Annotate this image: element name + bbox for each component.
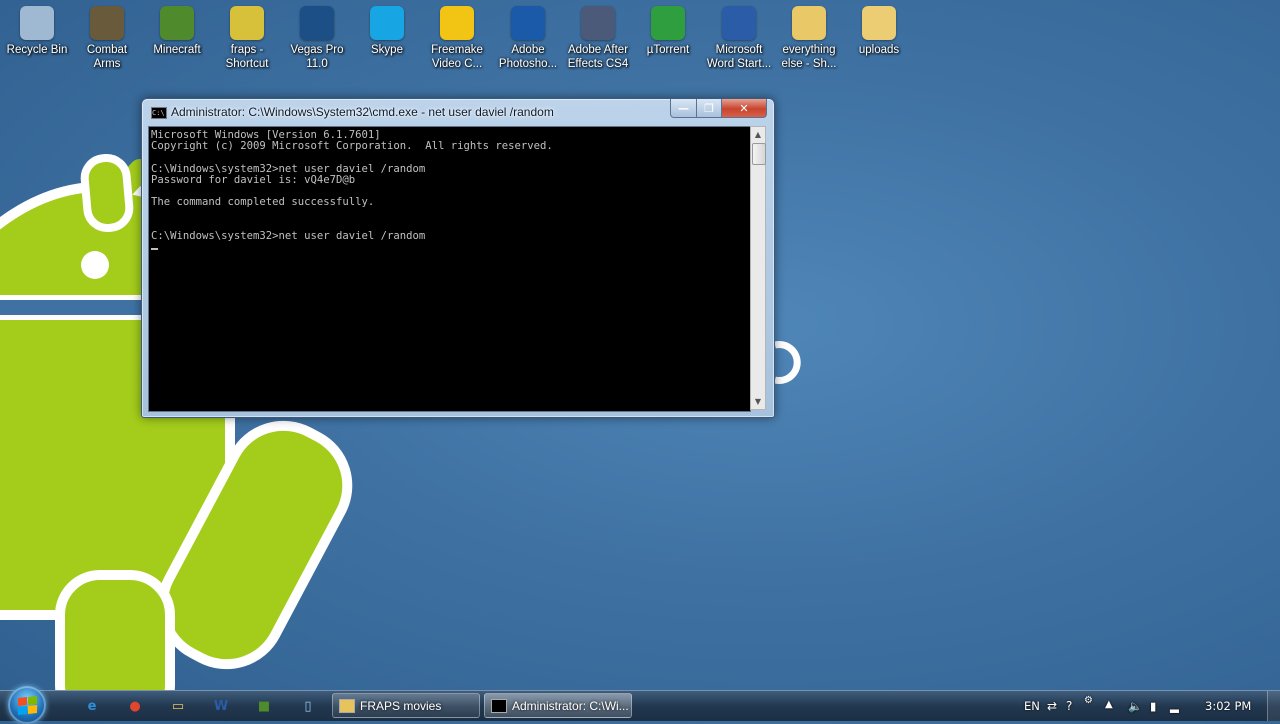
recycle-bin-icon [20, 6, 54, 40]
power-icon[interactable]: ▮ [1150, 699, 1156, 713]
fraps-icon [230, 6, 264, 40]
desktop-icon[interactable]: fraps - Shortcut [211, 4, 283, 71]
desktop-icon[interactable]: Recycle Bin [1, 4, 73, 57]
photoshop-icon [511, 6, 545, 40]
desktop-icon[interactable]: Microsoft Word Start... [703, 4, 775, 71]
desktop-icon-label: Recycle Bin [6, 44, 68, 56]
console-line: The command completed successfully. [151, 196, 375, 209]
scroll-up-arrow-icon[interactable]: ▲ [751, 127, 765, 142]
taskbar-button-label: FRAPS movies [360, 698, 442, 713]
help-icon[interactable]: ? [1066, 699, 1072, 713]
language-indicator[interactable]: EN [1024, 699, 1040, 713]
folder-icon [339, 698, 355, 713]
freemake-icon [440, 6, 474, 40]
desktop-icon-label: Combat Arms [86, 44, 128, 70]
desktop-icon-label: Minecraft [153, 44, 201, 56]
notepad-icon[interactable]: ▯ [294, 695, 322, 717]
combat-arms-icon [90, 6, 124, 40]
folder-shortcut-icon [792, 6, 826, 40]
desktop-icon-label: Skype [371, 44, 403, 56]
console-line: Copyright (c) 2009 Microsoft Corporation… [151, 140, 553, 153]
vertical-scrollbar[interactable]: ▲ ▼ [750, 126, 766, 410]
volume-icon[interactable]: 🔈 [1128, 699, 1142, 713]
explorer-folder-icon[interactable]: ▭ [164, 695, 192, 717]
cmd-icon [491, 698, 507, 713]
desktop-icon-label: µTorrent [646, 44, 690, 56]
options-icon[interactable]: ⚙ [1084, 695, 1093, 706]
utorrent-icon [651, 6, 685, 40]
minimize-button[interactable]: — [670, 99, 697, 118]
taskbar: e ● ▭ W ■ ▯ FRAPS movies Administrator: C:\Wi.… [0, 686, 1280, 724]
desktop-icon[interactable]: Adobe Photosho... [492, 4, 564, 71]
desktop-icon-label: Vegas Pro 11.0 [290, 44, 344, 70]
windows-flag-icon [17, 695, 37, 715]
desktop-icon-label: Adobe Photosho... [498, 44, 558, 70]
title-bar[interactable]: C:\ Administrator: C:\Windows\System32\c… [142, 99, 774, 125]
desktop-icon-label: everything else - Sh... [781, 44, 837, 70]
close-button[interactable]: ✕ [721, 99, 767, 118]
desktop-icon-label: Freemake Video C... [431, 44, 483, 70]
scroll-thumb[interactable] [752, 143, 766, 165]
desktop-icon[interactable]: Adobe After Effects CS4 [562, 4, 634, 71]
word-icon [722, 6, 756, 40]
maximize-button[interactable]: ❐ [696, 99, 722, 118]
text-cursor [151, 247, 158, 250]
desktop-icon[interactable]: everything else - Sh... [773, 4, 845, 71]
internet-explorer-icon[interactable]: e [78, 695, 106, 717]
desktop-icon[interactable]: Minecraft [141, 4, 213, 57]
clock[interactable]: 3:02 PM [1205, 699, 1251, 713]
chrome-icon[interactable]: ● [121, 695, 149, 717]
folder-icon [862, 6, 896, 40]
desktop-icon[interactable]: Combat Arms [71, 4, 143, 71]
vegas-pro-icon [300, 6, 334, 40]
taskbar-button-label: Administrator: C:\Wi... [512, 698, 629, 713]
desktop-icon[interactable]: µTorrent [632, 4, 704, 57]
taskbar-button[interactable]: FRAPS movies [332, 693, 480, 718]
start-button[interactable] [8, 686, 46, 724]
minecraft-icon[interactable]: ■ [250, 695, 278, 717]
after-effects-icon [581, 6, 615, 40]
cmd-app-icon[interactable]: C:\ [151, 107, 167, 119]
show-hidden-icons-icon[interactable]: ▲ [1105, 699, 1113, 710]
console-line: C:\Windows\system32>net user daviel /ran… [151, 229, 426, 242]
skype-icon [370, 6, 404, 40]
desktop-icon[interactable]: Skype [351, 4, 423, 57]
network-share-icon[interactable]: ⇄ [1047, 699, 1057, 713]
word-icon[interactable]: W [207, 695, 235, 717]
desktop-icon-label: fraps - Shortcut [225, 44, 269, 70]
window-title: Administrator: C:\Windows\System32\cmd.e… [171, 105, 554, 119]
desktop-icon-label: Adobe After Effects CS4 [567, 44, 629, 70]
minecraft-icon [160, 6, 194, 40]
desktop-icon-label: uploads [858, 44, 900, 56]
console-output[interactable]: Microsoft Windows [Version 6.1.7601] Copy… [148, 126, 751, 412]
console-line: Password for daviel is: vQ4e7D@b [151, 173, 356, 186]
network-icon[interactable]: ▂ [1170, 699, 1179, 713]
desktop-icon[interactable]: uploads [843, 4, 915, 57]
show-desktop-button[interactable] [1267, 691, 1280, 721]
desktop-icon[interactable]: Vegas Pro 11.0 [281, 4, 353, 71]
cmd-window[interactable]: C:\ Administrator: C:\Windows\System32\c… [141, 98, 775, 418]
scroll-down-arrow-icon[interactable]: ▼ [751, 394, 765, 409]
taskbar-button[interactable]: Administrator: C:\Wi... [484, 693, 632, 718]
system-tray: EN ⇄ ? ⚙ ▲ 🔈 ▮ ▂ 3:02 PM [1020, 691, 1280, 721]
desktop-icon-label: Microsoft Word Start... [706, 44, 772, 70]
desktop-icon[interactable]: Freemake Video C... [421, 4, 493, 71]
